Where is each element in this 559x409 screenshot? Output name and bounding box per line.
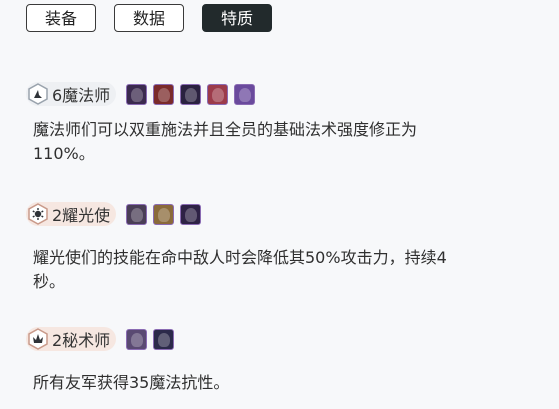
description-line: 110%。 (33, 144, 95, 163)
champion-portrait[interactable] (180, 83, 202, 105)
trait-badge[interactable]: 6魔法师 (26, 82, 117, 106)
trait-description: 所有友军获得35魔法抗性。 (33, 371, 533, 395)
champion-portrait[interactable] (126, 83, 148, 105)
trait-name: 2耀光使 (52, 206, 111, 225)
tab-traits[interactable]: 特质 (202, 4, 272, 32)
trait-name: 2秘术师 (52, 331, 111, 350)
description-line: 耀光使们的技能在命中敌人时会降低其50%攻击力，持续4 (33, 248, 447, 267)
description-line: 魔法师们可以双重施法并且全员的基础法术强度修正为 (33, 120, 418, 139)
trait-badge[interactable]: 2耀光使 (26, 202, 117, 226)
champion-list (126, 83, 256, 105)
champion-portrait[interactable] (153, 328, 175, 350)
description-line: 秒。 (33, 272, 66, 291)
sorcerer-icon (28, 83, 48, 105)
champion-list (126, 203, 202, 225)
trait-mystic: 2秘术师 (26, 327, 175, 351)
champion-portrait[interactable] (180, 203, 202, 225)
trait-name: 6魔法师 (52, 86, 111, 105)
trait-description: 魔法师们可以双重施法并且全员的基础法术强度修正为 110%。 (33, 118, 533, 166)
radiant-icon (28, 203, 48, 225)
trait-radiant: 2耀光使 (26, 202, 202, 226)
tab-stats[interactable]: 数据 (114, 4, 184, 32)
champion-portrait[interactable] (126, 328, 148, 350)
tab-equipment[interactable]: 装备 (26, 4, 96, 32)
champion-portrait[interactable] (153, 203, 175, 225)
trait-sorcerer: 6魔法师 (26, 82, 256, 106)
trait-badge[interactable]: 2秘术师 (26, 327, 117, 351)
champion-portrait[interactable] (153, 83, 175, 105)
champion-portrait[interactable] (126, 203, 148, 225)
tab-bar: 装备 数据 特质 (26, 4, 272, 32)
trait-description: 耀光使们的技能在命中敌人时会降低其50%攻击力，持续4 秒。 (33, 246, 533, 294)
champion-list (126, 328, 175, 350)
champion-portrait[interactable] (207, 83, 229, 105)
description-line: 所有友军获得35魔法抗性。 (33, 373, 230, 392)
champion-portrait[interactable] (234, 83, 256, 105)
mystic-icon (28, 328, 48, 350)
